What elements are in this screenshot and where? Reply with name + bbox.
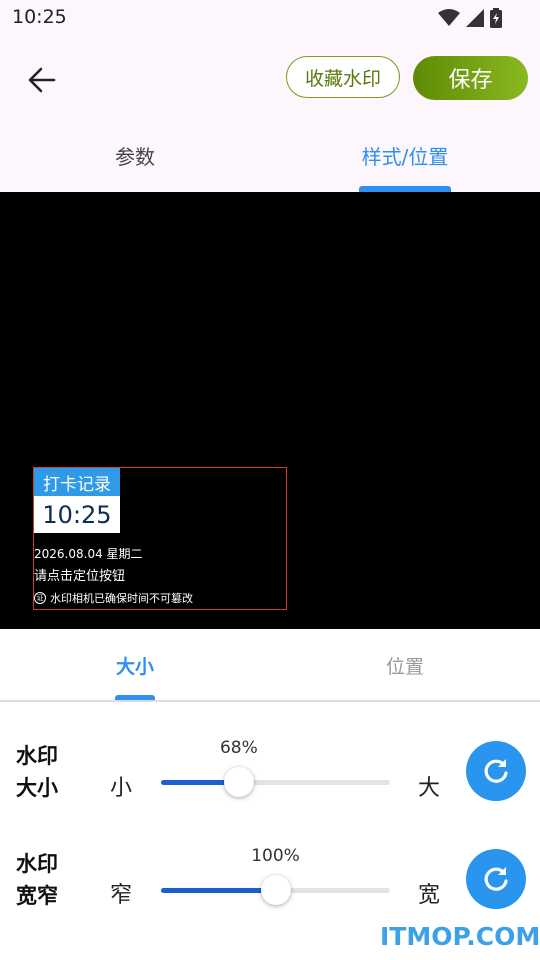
width-label-line1: 水印 [16,852,58,876]
sub-tabs [0,629,540,701]
size-label-line1: 水印 [16,744,58,768]
subtab-position[interactable]: 位置 [355,650,455,680]
site-watermark: ITMOP.COM [380,922,540,951]
width-value: 100% [251,846,300,866]
subtab-size[interactable]: 大小 [85,650,185,680]
status-time: 10:25 [12,6,67,28]
watermark-title: 打卡记录 [34,468,120,496]
refresh-icon [484,759,508,783]
watermark-verify-text: 水印相机已确保时间不可篡改 [50,592,193,605]
width-min-label: 窄 [110,883,133,908]
watermark-time: 10:25 [34,496,120,533]
watermark-location-hint: 请点击定位按钮 [34,569,126,584]
size-row-label: 水印 大小 [16,740,76,804]
watermark-date: 2026.08.04 星期二 [34,547,143,561]
width-reset-button[interactable] [466,849,526,909]
width-label-line2: 宽窄 [16,884,58,908]
arrow-left-icon [28,67,56,93]
refresh-icon [484,867,508,891]
watermark-verify: 证 水印相机已确保时间不可篡改 [34,590,193,606]
width-slider-fill [161,888,276,893]
size-label-line2: 大小 [16,776,58,800]
size-reset-button[interactable] [466,741,526,801]
width-max-label: 宽 [418,883,441,908]
width-row-label: 水印 宽窄 [16,848,76,912]
width-slider-thumb[interactable] [260,875,291,905]
signal-icon [466,9,484,27]
size-min-label: 小 [110,776,133,801]
tab-params[interactable]: 参数 [70,138,200,172]
favorite-watermark-button[interactable]: 收藏水印 [286,56,400,98]
battery-icon [490,8,502,28]
back-button[interactable] [22,60,62,100]
size-max-label: 大 [418,776,441,801]
verify-badge-icon: 证 [34,592,46,604]
size-slider[interactable] [161,780,390,785]
size-slider-thumb[interactable] [223,767,254,797]
wifi-icon [438,9,460,26]
size-value: 68% [219,738,258,758]
status-icons [438,7,502,29]
save-button[interactable]: 保存 [413,56,528,100]
tab-style-position[interactable]: 样式/位置 [340,138,470,172]
